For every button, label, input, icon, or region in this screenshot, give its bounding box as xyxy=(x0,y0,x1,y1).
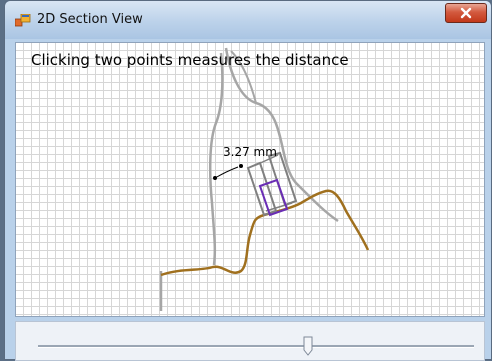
window-title: 2D Section View xyxy=(37,12,143,27)
implant-model xyxy=(246,151,298,217)
title-bar[interactable]: 2D Section View xyxy=(5,1,491,39)
slice-slider-panel xyxy=(15,321,485,361)
close-button[interactable] xyxy=(445,3,487,23)
close-icon xyxy=(460,7,472,19)
window-icon xyxy=(14,13,31,27)
bone-surface-line xyxy=(160,189,370,277)
section-canvas[interactable]: Clicking two points measures the distanc… xyxy=(15,42,485,317)
section-view-window: 2D Section View Clicking two points meas… xyxy=(4,0,492,361)
section-drawing xyxy=(159,47,370,311)
measurement-label: 3.27 mm xyxy=(223,145,277,159)
slider-track[interactable] xyxy=(38,345,474,348)
inner-contour-line xyxy=(208,52,224,266)
slider-thumb[interactable] xyxy=(303,336,313,356)
measurement-line xyxy=(213,164,243,180)
instruction-text: Clicking two points measures the distanc… xyxy=(31,51,349,69)
